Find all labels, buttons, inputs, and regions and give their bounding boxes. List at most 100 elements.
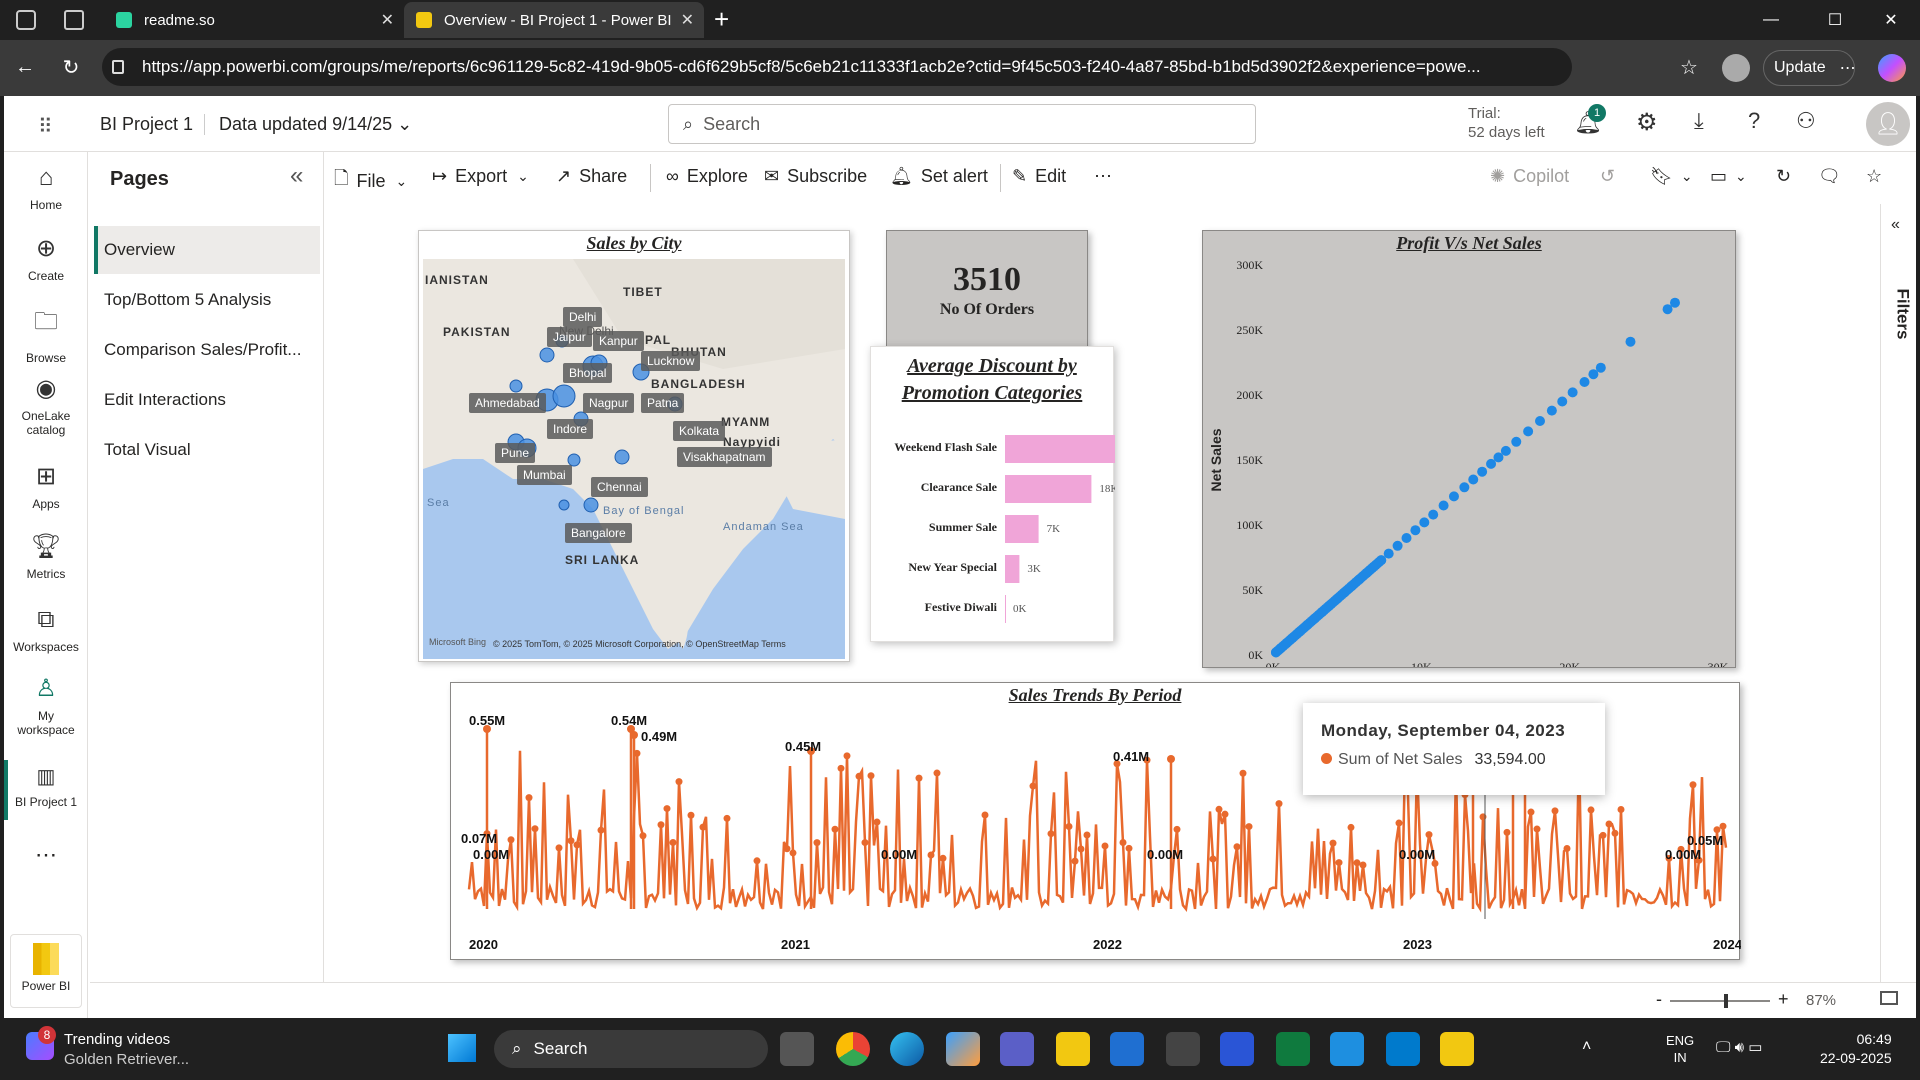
edge-icon[interactable] [890,1032,924,1066]
favorites-icon[interactable]: ☆ [1672,50,1706,84]
discount-bar[interactable] [1005,435,1115,463]
subscribe-button[interactable]: ✉ Subscribe [764,166,867,187]
snipping-icon[interactable] [1330,1032,1364,1066]
vscode-icon[interactable] [1386,1032,1420,1066]
trend-point[interactable] [1587,806,1595,814]
back-icon[interactable]: ← [8,50,42,84]
trend-point[interactable] [687,811,695,819]
search-input[interactable]: ⌕ Search [668,104,1256,144]
discount-bar-chart[interactable]: Average Discount by Promotion Categories… [870,346,1115,642]
nav-bi-project[interactable]: ▥ BI Project 1 [4,764,88,809]
download-icon[interactable]: ⤓ [1694,108,1704,134]
nav-my-workspace[interactable]: ♙ My workspace [4,674,88,737]
minimize-icon[interactable]: — [1748,0,1794,40]
scatter-point[interactable] [1579,377,1590,387]
teams-icon[interactable] [1000,1032,1034,1066]
trend-point[interactable] [1395,819,1403,827]
trend-point[interactable] [723,814,731,822]
close-tab-icon[interactable]: ✕ [681,10,694,30]
start-icon[interactable] [448,1034,476,1062]
refresh-icon[interactable]: ↻ [54,50,88,84]
account-avatar[interactable]: 👤︎ [1866,102,1910,146]
nav-apps[interactable]: ⊞ Apps [4,462,88,511]
url-field[interactable]: https://app.powerbi.com/groups/me/report… [102,48,1572,86]
trend-point[interactable] [753,857,761,865]
trend-point[interactable] [1353,859,1361,867]
scatter-point[interactable] [1448,491,1459,502]
profit-vs-sales-scatter[interactable]: Profit V/s Net Sales 0K 50K 100K 150K 200K 25… [1202,230,1736,668]
trend-point[interactable] [927,851,935,859]
page-top-bottom[interactable]: Top/Bottom 5 Analysis [94,276,320,324]
trend-point[interactable] [1599,831,1607,839]
scatter-point[interactable] [1419,517,1430,528]
nav-create[interactable]: ⊕ Create [4,234,88,283]
more-options-icon[interactable]: ⋯ [1094,166,1112,187]
trend-point[interactable] [1503,828,1511,836]
trend-point[interactable] [1617,806,1625,814]
page-total-visual[interactable]: Total Visual [94,426,320,474]
trend-point[interactable] [525,794,533,802]
discount-bar[interactable] [1005,595,1006,623]
scatter-point[interactable] [1383,548,1394,559]
trend-point[interactable] [1563,845,1571,853]
discount-bar[interactable] [1005,475,1092,503]
trend-point[interactable] [939,854,947,862]
trend-point[interactable] [861,839,869,847]
scatter-point[interactable] [1511,436,1522,447]
trend-point[interactable] [1173,825,1181,833]
trend-point[interactable] [873,818,881,826]
file-explorer-icon[interactable] [1056,1032,1090,1066]
trend-point[interactable] [630,731,638,739]
app-launcher-icon[interactable]: ⠿ [38,114,55,139]
maximize-icon[interactable]: ☐ [1812,0,1858,40]
city-bubble[interactable] [614,449,630,465]
share-button[interactable]: ↗ Share [556,166,627,187]
scatter-point[interactable] [1468,474,1479,485]
city-bubble[interactable] [509,379,523,393]
trend-point[interactable] [837,764,845,772]
browser-tab-powerbi[interactable]: Overview - BI Project 1 - Power BI ✕ [404,2,704,38]
nav-home[interactable]: ⌂ Home [4,164,88,212]
page-overview[interactable]: Overview [94,226,320,274]
trend-point[interactable] [555,844,563,852]
trend-point[interactable] [1101,842,1109,850]
scatter-point[interactable] [1459,482,1470,493]
trend-point[interactable] [867,772,875,780]
powerbi-switcher[interactable]: Power BI [10,934,82,1008]
trend-point[interactable] [1119,839,1127,847]
trend-point[interactable] [675,778,683,786]
scatter-point[interactable] [1557,396,1568,407]
trend-point[interactable] [699,823,707,831]
trend-point[interactable] [915,774,923,782]
trend-point[interactable] [1275,800,1283,808]
trend-point[interactable] [1167,755,1175,763]
city-bubble[interactable] [552,384,576,408]
edit-button[interactable]: ✎ Edit [1012,166,1066,187]
scatter-point[interactable] [1375,555,1386,566]
zoom-in-icon[interactable]: + [1778,989,1789,1010]
trend-point[interactable] [573,841,581,849]
trend-point[interactable] [1533,825,1541,833]
reset-icon[interactable]: ↺ [1600,166,1615,187]
trend-point[interactable] [1359,861,1367,869]
scatter-point[interactable] [1477,466,1488,477]
chrome-icon[interactable] [836,1032,870,1066]
nav-metrics[interactable]: 🏆︎ Metrics [4,532,88,581]
browser-tab-readme[interactable]: readme.so ✕ [104,2,404,38]
zoom-thumb[interactable] [1724,994,1728,1008]
collapse-pages-icon[interactable]: « [290,162,303,190]
trend-point[interactable] [1551,807,1559,815]
city-bubble[interactable] [583,497,599,513]
powerautomate-icon[interactable] [1220,1032,1254,1066]
help-icon[interactable]: ? [1748,108,1760,134]
orders-card[interactable]: 3510 No Of Orders [886,230,1088,350]
discount-bar[interactable] [1005,555,1020,583]
trend-point[interactable] [567,837,575,845]
sales-by-city-map[interactable]: Sales by City IANISTANPAKISTANTIBETPALBH… [418,230,850,662]
scatter-point[interactable] [1625,336,1636,347]
app-icon[interactable] [1166,1032,1200,1066]
trend-point[interactable] [1527,808,1535,816]
tab-actions-icon[interactable] [64,10,84,30]
map-area[interactable]: IANISTANPAKISTANTIBETPALBHUTANBANGLADESH… [423,259,845,659]
trend-point[interactable] [831,825,839,833]
